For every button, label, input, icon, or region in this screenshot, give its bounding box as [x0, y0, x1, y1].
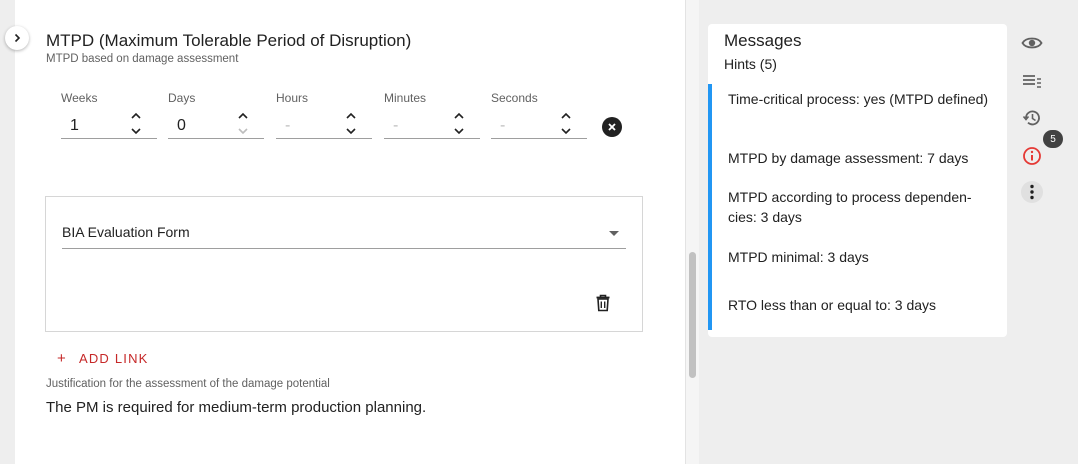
- hint-item: MTPD according to process dependen-cies:…: [728, 189, 972, 225]
- days-increment-icon[interactable]: [236, 108, 250, 122]
- weeks-decrement-icon[interactable]: [129, 124, 143, 138]
- minutes-field[interactable]: Minutes -: [384, 90, 480, 140]
- messages-panel: Messages Hints (5) Time-critical process…: [708, 24, 1007, 337]
- seconds-underline: [491, 138, 587, 139]
- days-value[interactable]: 0: [177, 117, 186, 135]
- hours-field[interactable]: Hours -: [276, 90, 372, 140]
- days-decrement-icon: [236, 124, 250, 138]
- weeks-label: Weeks: [61, 91, 98, 105]
- list-icon[interactable]: [1021, 70, 1043, 92]
- seconds-placeholder[interactable]: -: [500, 117, 505, 135]
- add-link-label: ADD LINK: [78, 351, 149, 366]
- justification-text[interactable]: The PM is required for medium-term produ…: [46, 399, 426, 416]
- notification-badge: 5: [1043, 130, 1063, 148]
- days-field[interactable]: Days 0: [168, 90, 264, 140]
- link-card: BIA Evaluation Form: [45, 196, 643, 332]
- section-subtitle: MTPD based on damage assessment: [46, 53, 239, 65]
- days-label: Days: [168, 91, 196, 105]
- chevron-right-icon: [14, 33, 21, 43]
- info-icon[interactable]: [1021, 145, 1043, 167]
- trash-icon: [596, 294, 610, 312]
- hint-item: RTO less than or equal to: 3 days: [728, 297, 937, 313]
- hint-item: MTPD minimal: 3 days: [728, 249, 869, 265]
- seconds-label: Seconds: [491, 91, 538, 105]
- hours-placeholder[interactable]: -: [285, 117, 290, 135]
- add-link-button[interactable]: + ADD LINK: [57, 350, 149, 367]
- eye-icon[interactable]: [1021, 32, 1043, 54]
- left-gutter: [0, 0, 15, 464]
- weeks-increment-icon[interactable]: [129, 108, 143, 122]
- minutes-decrement-icon[interactable]: [452, 124, 466, 138]
- link-type-value: BIA Evaluation Form: [62, 224, 190, 240]
- clear-duration-button[interactable]: [602, 117, 622, 137]
- hints-title: Hints (5): [724, 56, 777, 72]
- more-options-button[interactable]: [1021, 181, 1043, 203]
- hours-decrement-icon[interactable]: [344, 124, 358, 138]
- scrollbar-track[interactable]: [685, 0, 699, 464]
- more-vert-icon: [1030, 184, 1034, 200]
- minutes-underline: [384, 138, 480, 139]
- hours-increment-icon[interactable]: [344, 108, 358, 122]
- hints-list: Time-critical process: yes (MTPD defined…: [708, 84, 1007, 330]
- hint-item: MTPD by damage assessment: 7 days: [728, 150, 969, 166]
- justification-label: Justification for the assessment of the …: [46, 378, 330, 390]
- hours-underline: [276, 138, 372, 139]
- hint-item: Time-critical process: yes (MTPD defined…: [728, 91, 989, 107]
- minutes-label: Minutes: [384, 91, 427, 105]
- history-icon[interactable]: [1021, 107, 1043, 129]
- days-underline: [168, 138, 264, 139]
- weeks-underline: [61, 138, 157, 139]
- seconds-increment-icon[interactable]: [559, 108, 573, 122]
- section-title: MTPD (Maximum Tolerable Period of Disrup…: [46, 31, 412, 50]
- scrollbar-thumb[interactable]: [689, 252, 696, 378]
- weeks-value[interactable]: 1: [70, 117, 79, 135]
- delete-link-button[interactable]: [595, 294, 611, 312]
- collapse-panel-button[interactable]: [5, 26, 29, 50]
- seconds-decrement-icon[interactable]: [559, 124, 573, 138]
- dropdown-arrow-icon: [609, 231, 619, 236]
- link-type-select[interactable]: BIA Evaluation Form: [62, 221, 626, 249]
- minutes-placeholder[interactable]: -: [393, 117, 398, 135]
- seconds-field[interactable]: Seconds -: [491, 90, 587, 140]
- minutes-increment-icon[interactable]: [452, 108, 466, 122]
- close-icon: [608, 123, 616, 131]
- plus-icon: +: [57, 350, 67, 367]
- hours-label: Hours: [276, 91, 309, 105]
- messages-title: Messages: [724, 31, 802, 50]
- weeks-field[interactable]: Weeks 1: [61, 90, 157, 140]
